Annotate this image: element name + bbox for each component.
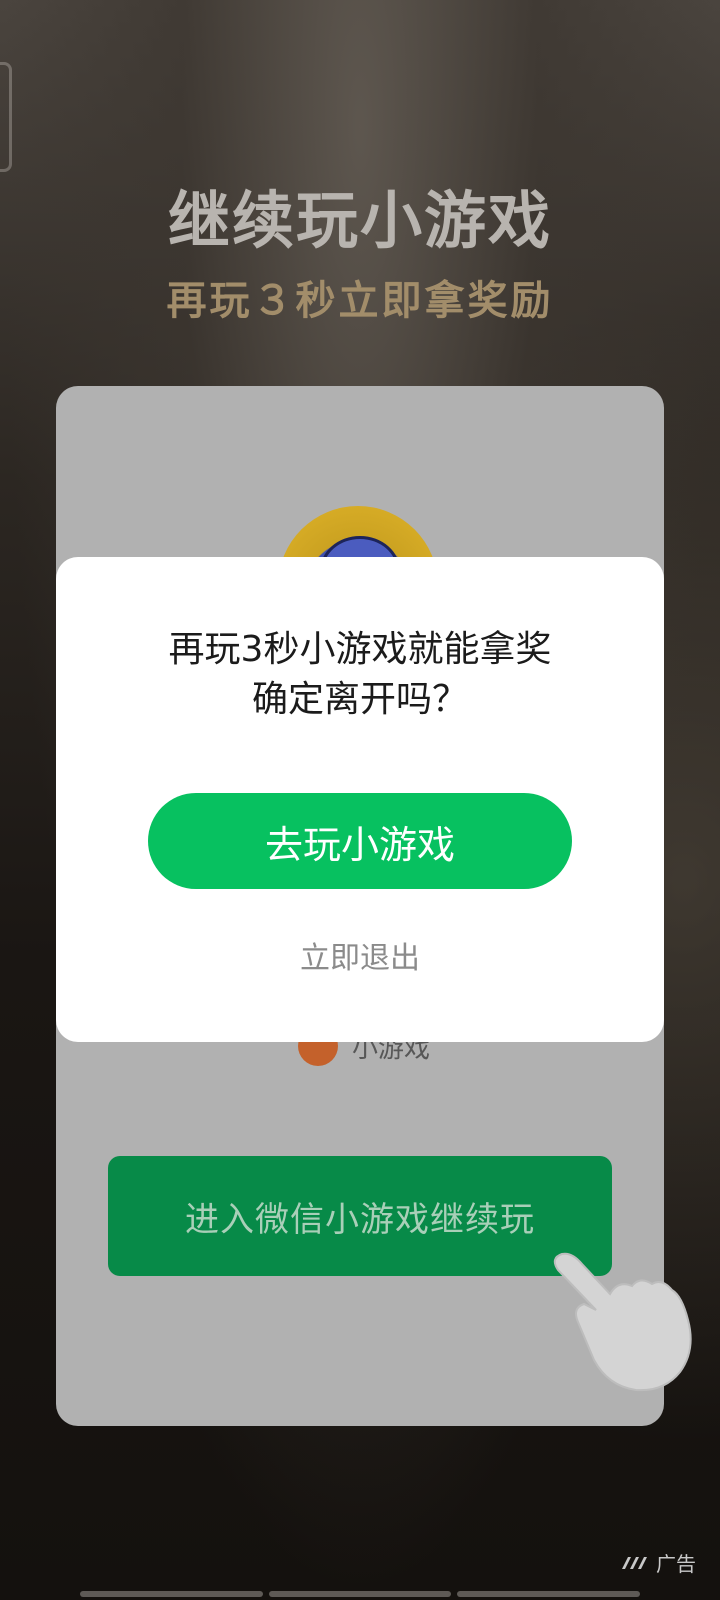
gesture-bar xyxy=(80,1591,641,1597)
exit-now-link[interactable]: 立即退出 xyxy=(56,933,664,977)
pointing-hand-icon xyxy=(553,1252,692,1392)
go-play-button[interactable]: 去玩小游戏 xyxy=(148,793,572,889)
ad-badge: 广告 xyxy=(620,1548,696,1577)
ad-label: 广告 xyxy=(656,1552,696,1576)
dialog-message-line2: 确定离开吗？ xyxy=(251,679,468,720)
dialog-message-line1: 再玩3秒小游戏就能拿奖 xyxy=(168,629,552,670)
leave-confirm-dialog: 再玩3秒小游戏就能拿奖 确定离开吗？ 去玩小游戏 立即退出 xyxy=(56,557,664,1042)
headline: 继续玩小游戏 xyxy=(167,184,552,257)
reward-subline: 再玩３秒立即拿奖励 xyxy=(166,278,554,324)
ad-brand-icon xyxy=(622,1556,647,1569)
dialog-message: 再玩3秒小游戏就能拿奖 确定离开吗？ xyxy=(56,625,664,725)
corner-decoration xyxy=(0,62,12,172)
continue-in-wechat-button[interactable]: 进入微信小游戏继续玩 xyxy=(108,1156,612,1276)
